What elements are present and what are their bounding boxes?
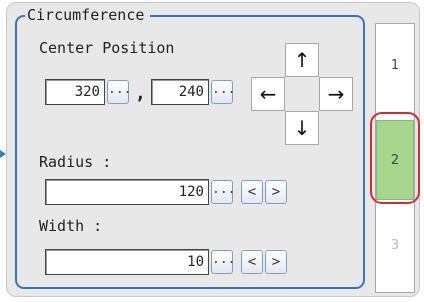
arrow-pad-center bbox=[285, 77, 319, 111]
width-increase-button[interactable]: > bbox=[265, 250, 287, 274]
center-position-label: Center Position bbox=[39, 39, 175, 57]
settings-panel: Circumference Center Position 320 ... , … bbox=[6, 2, 420, 297]
tab-3[interactable]: 3 bbox=[376, 206, 414, 286]
move-down-button[interactable]: ↓ bbox=[285, 111, 319, 145]
radius-decrease-button[interactable]: < bbox=[241, 180, 263, 204]
center-separator: , bbox=[135, 83, 146, 104]
radius-field[interactable]: 120 bbox=[45, 179, 209, 205]
group-title: Circumference bbox=[25, 6, 151, 24]
radius-browse-button[interactable]: ... bbox=[211, 180, 235, 204]
right-arrow-icon: → bbox=[327, 82, 345, 106]
move-right-button[interactable]: → bbox=[319, 77, 353, 111]
tab-1[interactable]: 1 bbox=[376, 26, 414, 106]
left-arrow-icon: ← bbox=[259, 82, 277, 106]
move-left-button[interactable]: ← bbox=[251, 77, 285, 111]
circumference-group: Circumference Center Position 320 ... , … bbox=[15, 6, 365, 289]
center-x-browse-button[interactable]: ... bbox=[107, 80, 131, 104]
width-label: Width : bbox=[39, 217, 103, 235]
center-y-browse-button[interactable]: ... bbox=[211, 80, 235, 104]
center-x-field[interactable]: 320 bbox=[45, 79, 105, 105]
radius-label: Radius : bbox=[39, 153, 112, 171]
center-y-field[interactable]: 240 bbox=[151, 79, 209, 105]
move-up-button[interactable]: ↑ bbox=[285, 43, 319, 77]
radius-increase-button[interactable]: > bbox=[265, 180, 287, 204]
width-decrease-button[interactable]: < bbox=[241, 250, 263, 274]
selection-highlight bbox=[370, 112, 420, 204]
down-arrow-icon: ↓ bbox=[293, 116, 311, 140]
width-browse-button[interactable]: ... bbox=[211, 250, 235, 274]
up-arrow-icon: ↑ bbox=[293, 48, 311, 72]
width-field[interactable]: 10 bbox=[45, 249, 209, 275]
